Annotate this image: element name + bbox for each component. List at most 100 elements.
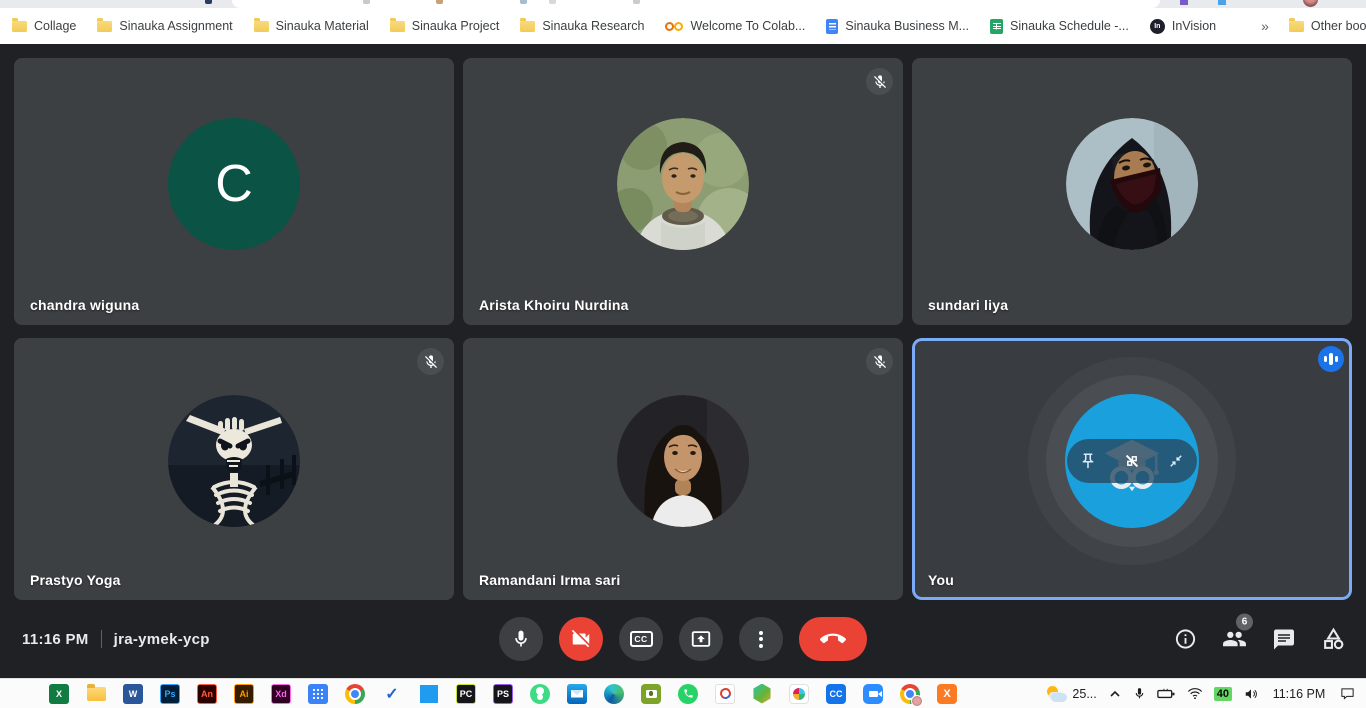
slack-icon[interactable] xyxy=(789,684,809,704)
participant-tile-chandra-wiguna[interactable]: C chandra wiguna xyxy=(14,58,454,325)
screen-recorder-icon[interactable] xyxy=(641,684,661,704)
microphone-button[interactable] xyxy=(499,617,543,661)
calendar-icon[interactable] xyxy=(308,684,328,704)
more-options-button[interactable] xyxy=(739,617,783,661)
start-button[interactable] xyxy=(12,684,32,704)
browser-profile-avatar[interactable] xyxy=(1303,0,1318,7)
captions-button[interactable]: CC xyxy=(619,617,663,661)
other-bookmarks-label: Other bookmarks xyxy=(1311,19,1366,33)
mic-off-icon xyxy=(872,74,888,90)
camera-off-button[interactable] xyxy=(559,617,603,661)
photo-avatar xyxy=(617,395,749,527)
pin-tile-button[interactable] xyxy=(1079,452,1097,470)
xampp-icon[interactable]: X xyxy=(937,684,957,704)
address-bar-bottom xyxy=(232,0,1160,8)
bookmark-label: Collage xyxy=(34,19,76,33)
file-explorer-icon[interactable] xyxy=(86,684,106,704)
participant-tile-arista[interactable]: Arista Khoiru Nurdina xyxy=(463,58,903,325)
hexagon-app-icon[interactable] xyxy=(752,684,772,704)
zoom-app-icon[interactable] xyxy=(863,684,883,704)
avatar: C xyxy=(168,118,300,250)
vscode-icon[interactable] xyxy=(419,684,439,704)
speaker-icon[interactable] xyxy=(1243,687,1259,701)
other-bookmarks-button[interactable]: Other bookmarks xyxy=(1289,19,1366,33)
present-button[interactable] xyxy=(679,617,723,661)
edge-icon[interactable] xyxy=(604,684,624,704)
bookmark-invision[interactable]: In InVision xyxy=(1150,19,1216,34)
meeting-details-button[interactable] xyxy=(1174,628,1197,651)
chrome-profile-icon[interactable] xyxy=(900,684,920,704)
bookmark-sinauka-material[interactable]: Sinauka Material xyxy=(254,19,369,33)
photo-avatar xyxy=(1066,118,1198,250)
cc-icon: CC xyxy=(630,631,653,647)
mic-off-icon xyxy=(423,354,439,370)
toolbar-fragment xyxy=(436,0,443,4)
adobe-xd-icon[interactable]: Xd xyxy=(271,684,291,704)
muted-indicator xyxy=(417,348,444,375)
bookmark-label: Sinauka Schedule -... xyxy=(1010,19,1129,33)
extension-icon[interactable] xyxy=(1218,0,1226,5)
illustrator-icon[interactable]: Ai xyxy=(234,684,254,704)
chat-icon xyxy=(1272,627,1296,651)
battery-icon[interactable] xyxy=(1157,688,1176,700)
excel-icon[interactable]: X xyxy=(49,684,69,704)
present-icon xyxy=(690,628,712,650)
weather-widget[interactable]: 25... xyxy=(1045,686,1096,702)
bookmark-label: Sinauka Research xyxy=(542,19,644,33)
tray-mic-icon[interactable] xyxy=(1133,686,1146,701)
wifi-icon[interactable] xyxy=(1187,687,1203,700)
red-swirl-app-icon[interactable] xyxy=(715,684,735,704)
divider xyxy=(101,630,102,648)
todo-icon[interactable]: ✓ xyxy=(382,684,402,704)
cast-off-icon xyxy=(1122,451,1142,471)
call-controls: CC xyxy=(499,617,867,661)
participant-tile-sundari[interactable]: sundari liya xyxy=(912,58,1352,325)
creative-cloud-icon[interactable]: CC xyxy=(826,684,846,704)
action-center-icon[interactable] xyxy=(1339,686,1356,701)
minimize-tile-button[interactable] xyxy=(1167,452,1185,470)
chrome-icon[interactable] xyxy=(345,684,365,704)
chat-button[interactable] xyxy=(1272,627,1296,651)
participant-tile-ramandani[interactable]: Ramandani Irma sari xyxy=(463,338,903,600)
toolbar-fragment xyxy=(205,0,212,4)
bookmark-sinauka-business[interactable]: Sinauka Business M... xyxy=(826,19,969,34)
participant-tile-you[interactable]: You xyxy=(912,338,1352,600)
toolbar-fragment xyxy=(363,0,370,4)
system-tray: 25... 40 11:16 PM xyxy=(1045,686,1366,702)
phpstorm-icon[interactable]: PS xyxy=(493,684,513,704)
word-icon[interactable]: W xyxy=(123,684,143,704)
speaking-indicator xyxy=(1318,346,1344,372)
bookmark-sinauka-project[interactable]: Sinauka Project xyxy=(390,19,500,33)
phone-glyph xyxy=(683,688,694,699)
photoshop-icon[interactable]: Ps xyxy=(160,684,180,704)
bookmarks-overflow-chevron[interactable]: » xyxy=(1261,18,1269,34)
extension-icon[interactable] xyxy=(1180,0,1188,5)
bookmark-label: Sinauka Assignment xyxy=(119,19,232,33)
bookmark-welcome-to-colab[interactable]: Welcome To Colab... xyxy=(665,19,805,33)
pycharm-icon[interactable]: PC xyxy=(456,684,476,704)
taskbar-clock[interactable]: 11:16 PM xyxy=(1270,687,1328,701)
google-docs-icon xyxy=(826,19,838,34)
activities-button[interactable] xyxy=(1321,627,1346,652)
muted-indicator xyxy=(866,348,893,375)
bookmark-label: Sinauka Business M... xyxy=(845,19,969,33)
google-sheets-icon xyxy=(990,19,1003,34)
android-app-icon[interactable] xyxy=(530,684,550,704)
tray-chevron-up-icon[interactable] xyxy=(1108,687,1122,701)
battery-percent-badge[interactable]: 40 xyxy=(1214,687,1232,701)
bookmark-sinauka-assignment[interactable]: Sinauka Assignment xyxy=(97,19,232,33)
google-meet-stage: C chandra wiguna xyxy=(0,44,1366,678)
initial-avatar: C xyxy=(168,118,300,250)
bookmark-collage[interactable]: Collage xyxy=(12,19,76,33)
participant-tile-prastyo[interactable]: Prastyo Yoga xyxy=(14,338,454,600)
pin-icon xyxy=(1079,452,1097,470)
mail-icon[interactable] xyxy=(567,684,587,704)
whatsapp-icon[interactable] xyxy=(678,684,698,704)
bookmark-sinauka-research[interactable]: Sinauka Research xyxy=(520,19,644,33)
show-participants-button[interactable]: 6 xyxy=(1222,627,1247,652)
photo-avatar xyxy=(168,395,300,527)
leave-call-button[interactable] xyxy=(799,617,867,661)
animate-icon[interactable]: An xyxy=(197,684,217,704)
remove-tile-button[interactable] xyxy=(1122,451,1142,471)
bookmark-sinauka-schedule[interactable]: Sinauka Schedule -... xyxy=(990,19,1129,34)
